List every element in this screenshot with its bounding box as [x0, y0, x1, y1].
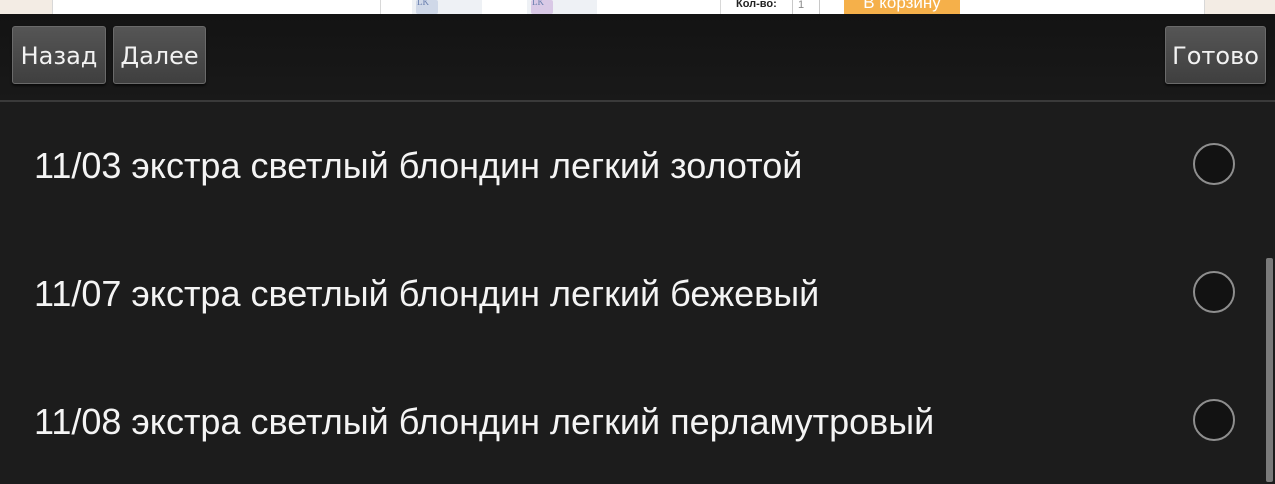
product-thumbnail[interactable]: LK	[412, 0, 482, 14]
quantity-label: Кол-во:	[736, 0, 777, 10]
radio-button[interactable]	[1193, 143, 1235, 185]
divider	[380, 0, 381, 14]
bottle-label: LK	[532, 0, 544, 7]
background-page-strip: LK LK Кол-во: 1 В корзину	[0, 0, 1275, 14]
option-label: 11/03 экстра светлый блондин легкий золо…	[34, 145, 803, 186]
bottle-label: LK	[417, 0, 429, 7]
quantity-input[interactable]: 1	[792, 0, 820, 14]
page-margin-left	[0, 0, 52, 14]
list-scrollbar[interactable]	[1266, 258, 1273, 482]
option-item[interactable]: 11/03 экстра светлый блондин легкий золо…	[0, 102, 1262, 230]
picker-toolbar: Назад Далее Готово	[0, 14, 1275, 102]
divider	[52, 0, 53, 14]
option-item[interactable]: 11/08 экстра светлый блондин легкий перл…	[0, 358, 1262, 484]
next-button[interactable]: Далее	[113, 26, 206, 84]
done-button[interactable]: Готово	[1165, 26, 1266, 84]
option-item[interactable]: 11/07 экстра светлый блондин легкий беже…	[0, 230, 1262, 358]
page-margin-right	[1205, 0, 1275, 14]
page: LK LK Кол-во: 1 В корзину Назад Далее Го…	[0, 0, 1275, 484]
option-label: 11/07 экстра светлый блондин легкий беже…	[34, 273, 820, 314]
options-list: 11/03 экстра светлый блондин легкий золо…	[0, 102, 1275, 484]
divider	[720, 0, 721, 14]
back-button[interactable]: Назад	[12, 26, 106, 84]
radio-button[interactable]	[1193, 399, 1235, 441]
option-label: 11/08 экстра светлый блондин легкий перл…	[34, 401, 935, 442]
product-thumbnail[interactable]: LK	[527, 0, 597, 14]
radio-button[interactable]	[1193, 271, 1235, 313]
add-to-cart-button[interactable]: В корзину	[844, 0, 960, 14]
